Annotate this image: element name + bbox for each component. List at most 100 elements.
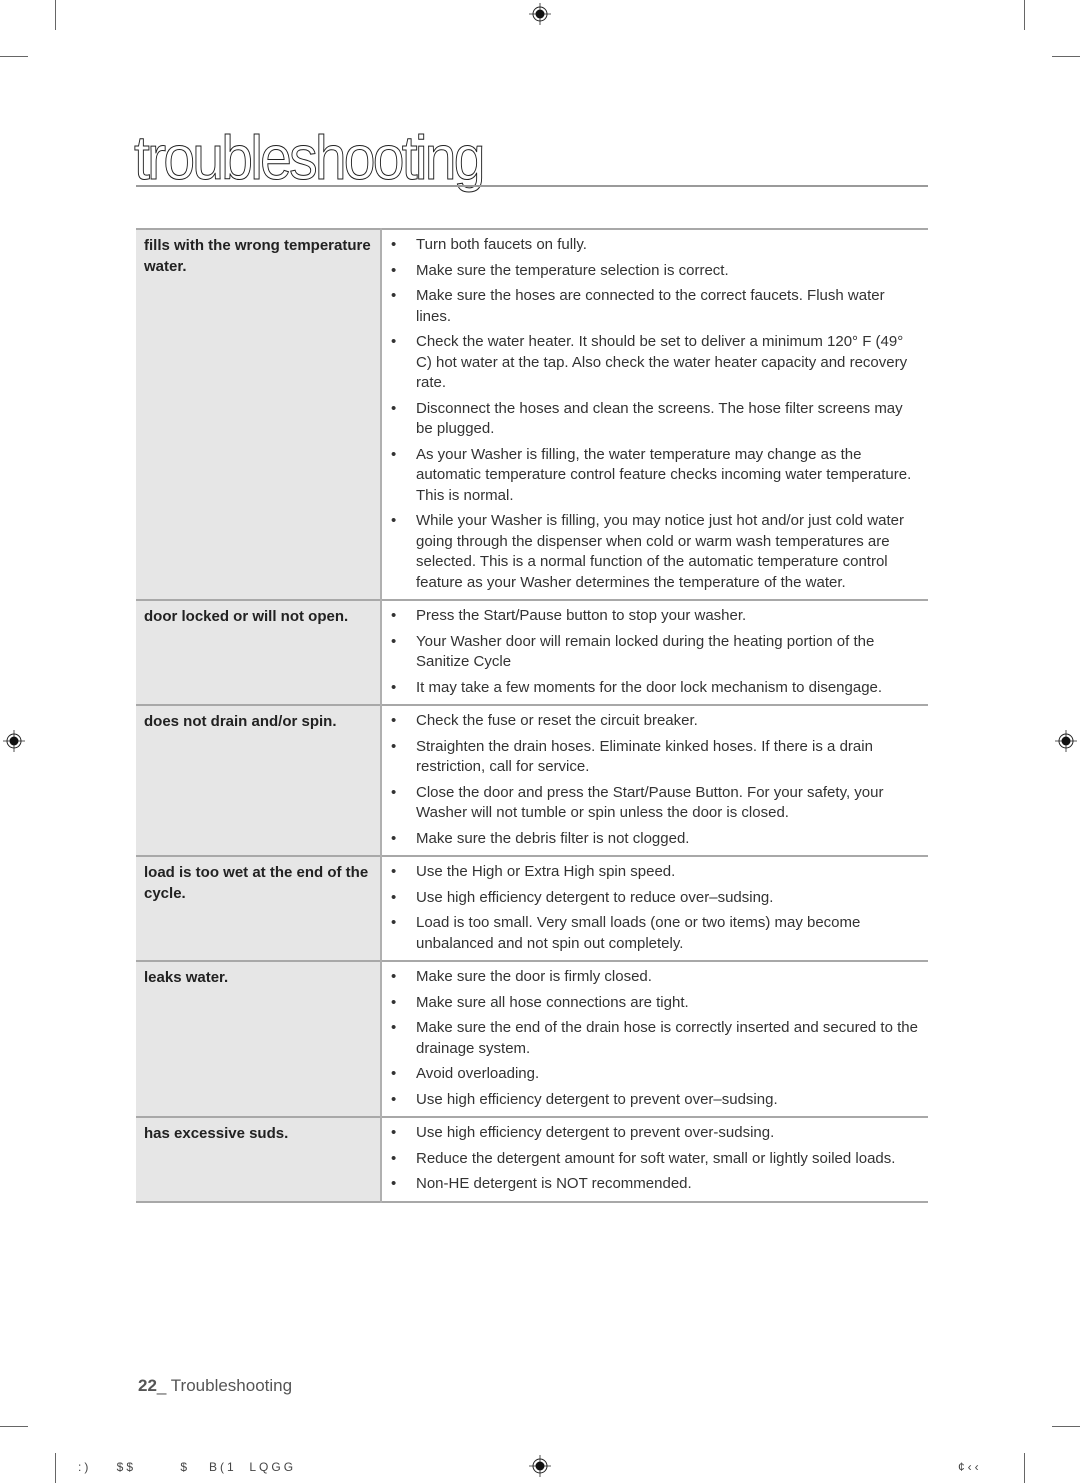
solution-item: • Make sure the debris filter is not clog… [390, 829, 920, 850]
registration-mark-icon [1055, 730, 1077, 752]
problem-cell: door locked or will not open. [136, 600, 382, 705]
solution-text: While your Washer is filling, you may no… [416, 512, 904, 591]
solution-text: Turn both faucets on fully. [416, 236, 587, 253]
bullet-icon: • [391, 863, 397, 880]
solution-item: • While your Washer is filling, you may n… [390, 511, 920, 593]
crop-mark-top-right-horizontal [1052, 56, 1080, 57]
solution-list: • Check the fuse or reset the circuit bre… [390, 711, 920, 849]
solution-text: Close the door and press the Start/Pause… [416, 783, 884, 822]
bullet-icon: • [391, 512, 397, 529]
print-imprint-left: :) $$ $ B(1 LQGG [78, 1460, 297, 1474]
solution-text: Avoid overloading. [416, 1065, 540, 1082]
solutions-cell: • Use the High or Extra High spin speed. •… [381, 856, 928, 961]
solution-item: • Check the water heater. It should be se… [390, 332, 920, 394]
solution-item: • Make sure the temperature selection is … [390, 261, 920, 282]
bullet-icon: • [391, 287, 397, 304]
crop-mark-bottom-left-vertical [55, 1453, 56, 1483]
bullet-icon: • [391, 783, 397, 801]
solution-text: Make sure the temperature selection is c… [416, 261, 729, 279]
crop-mark-bottom-right-vertical [1024, 1453, 1025, 1483]
solution-text: It may take a few moments for the door l… [416, 678, 883, 696]
solution-text: Make sure all hose connections are tight… [416, 993, 689, 1011]
solution-item: • Close the door and press the Start/Paus… [390, 783, 920, 824]
solution-text: Use the High or Extra High spin speed. [416, 863, 676, 880]
solution-item: • Straighten the drain hoses. Eliminate k… [390, 737, 920, 778]
solution-text: Make sure the debris filter is not clogg… [416, 829, 690, 847]
solutions-cell: • Use high efficiency detergent to preven… [381, 1117, 928, 1202]
solution-item: • Use high efficiency detergent to preven… [390, 1090, 920, 1111]
table-row: does not drain and/or spin. • Check the fu… [136, 705, 928, 856]
page-title-text: troubleshooting [134, 124, 486, 193]
solution-item: • It may take a few moments for the door … [390, 678, 920, 699]
problem-cell: load is too wet at the end of the cycle. [136, 856, 382, 961]
solution-text: Disconnect the hoses and clean the scree… [416, 399, 903, 438]
table-row: door locked or will not open. • Press the … [136, 600, 928, 705]
page-number-separator: _ [156, 1376, 171, 1395]
bullet-icon: • [391, 914, 397, 931]
table-row: fills with the wrong temperature water. •… [136, 229, 928, 600]
problem-cell: fills with the wrong temperature water. [136, 229, 382, 600]
table-row: has excessive suds. • Use high efficiency … [136, 1117, 928, 1202]
troubleshooting-table: fills with the wrong temperature water. •… [136, 228, 928, 1203]
solution-list: • Make sure the door is firmly closed. • Ma… [390, 967, 920, 1110]
solution-item: • Use high efficiency detergent to preven… [390, 1123, 920, 1144]
bullet-icon: • [391, 829, 397, 847]
solution-item: • Disconnect the hoses and clean the scre… [390, 399, 920, 440]
solution-text: Check the water heater. It should be set… [416, 333, 908, 391]
crop-mark-bottom-right-horizontal [1052, 1426, 1080, 1427]
crop-mark-bottom-left-horizontal [0, 1426, 28, 1427]
solution-item: • Non-HE detergent is NOT recommended. [390, 1174, 920, 1195]
solution-item: • Make sure all hose connections are tigh… [390, 993, 920, 1014]
solution-text: Use high efficiency detergent to reduce … [416, 888, 774, 906]
bullet-icon: • [391, 261, 397, 279]
table-row: leaks water. • Make sure the door is firml… [136, 961, 928, 1117]
solution-item: • Press the Start/Pause button to stop yo… [390, 606, 920, 627]
bullet-icon: • [391, 968, 397, 985]
bullet-icon: • [391, 333, 397, 350]
solution-item: • As your Washer is filling, the water te… [390, 445, 920, 507]
solution-item: • Turn both faucets on fully. [390, 235, 920, 256]
solution-item: • Make sure the door is firmly closed. [390, 967, 920, 988]
solution-text: Load is too small. Very small loads (one… [416, 914, 861, 952]
solution-item: • Check the fuse or reset the circuit bre… [390, 711, 920, 732]
problem-cell: has excessive suds. [136, 1117, 382, 1202]
bullet-icon: • [391, 993, 397, 1011]
solutions-cell: • Press the Start/Pause button to stop yo… [381, 600, 928, 705]
solution-text: Use high efficiency detergent to prevent… [416, 1090, 778, 1108]
solution-item: • Load is too small. Very small loads (on… [390, 913, 920, 954]
solution-item: • Make sure the end of the drain hose is … [390, 1018, 920, 1059]
bullet-icon: • [391, 1090, 397, 1108]
solution-text: Use high efficiency detergent to prevent… [416, 1124, 775, 1141]
page-number: 22 [138, 1376, 157, 1395]
problem-cell: does not drain and/or spin. [136, 705, 382, 856]
solution-item: • Reduce the detergent amount for soft wa… [390, 1149, 920, 1170]
solutions-cell: • Turn both faucets on fully. • Make sure t… [381, 229, 928, 600]
solution-text: Make sure the door is firmly closed. [416, 968, 652, 985]
table-row: load is too wet at the end of the cycle.… [136, 856, 928, 961]
print-imprint-right: ¢‹‹ [958, 1460, 982, 1474]
bullet-icon: • [391, 737, 397, 755]
solution-item: • Use the High or Extra High spin speed. [390, 862, 920, 883]
problem-cell: leaks water. [136, 961, 382, 1117]
solution-text: Make sure the end of the drain hose is c… [416, 1019, 918, 1057]
bullet-icon: • [391, 1065, 397, 1082]
bullet-icon: • [391, 445, 397, 463]
solution-text: Reduce the detergent amount for soft wat… [416, 1149, 896, 1167]
bullet-icon: • [391, 1124, 397, 1141]
title-underline [136, 185, 928, 187]
solution-item: • Make sure the hoses are connected to th… [390, 286, 920, 327]
solutions-cell: • Check the fuse or reset the circuit bre… [381, 705, 928, 856]
solution-list: • Press the Start/Pause button to stop yo… [390, 606, 920, 698]
solution-item: • Your Washer door will remain locked dur… [390, 632, 920, 673]
troubleshooting-table-body: fills with the wrong temperature water. •… [136, 229, 928, 1202]
solution-text: Your Washer door will remain locked duri… [416, 632, 875, 671]
solution-text: Make sure the hoses are connected to the… [416, 287, 885, 325]
bullet-icon: • [391, 236, 397, 253]
solution-text: Press the Start/Pause button to stop you… [416, 607, 747, 624]
bullet-icon: • [391, 1149, 397, 1167]
bullet-icon: • [391, 712, 397, 729]
solution-list: • Use the High or Extra High spin speed. •… [390, 862, 920, 954]
crop-mark-top-left-vertical [55, 0, 56, 30]
solution-list: • Turn both faucets on fully. • Make sure t… [390, 235, 920, 593]
bullet-icon: • [391, 888, 397, 906]
